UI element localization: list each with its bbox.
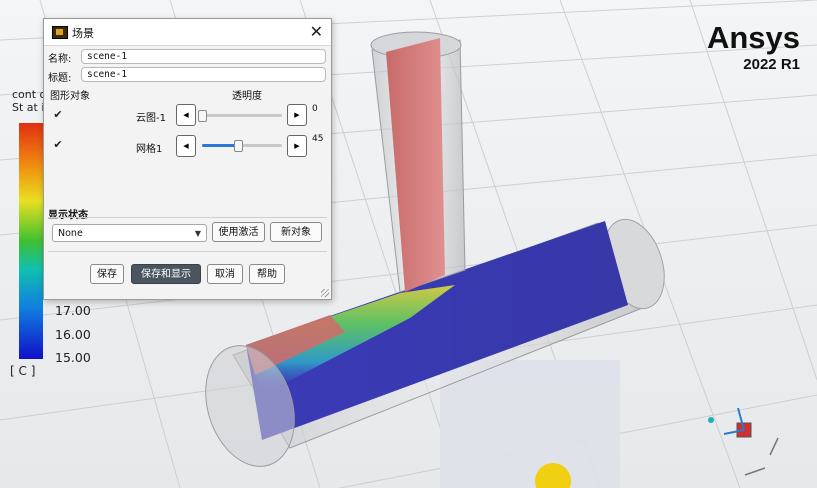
brand-version: 2022 R1: [743, 56, 800, 73]
help-button[interactable]: 帮助: [249, 264, 285, 284]
mesh-slider-thumb[interactable]: [234, 140, 243, 152]
dialog-titlebar[interactable]: 场景 ✕: [44, 19, 331, 46]
display-state-select[interactable]: None ▼: [52, 224, 207, 242]
title-field[interactable]: scene-1: [81, 67, 326, 82]
close-icon[interactable]: ✕: [310, 22, 323, 41]
contour-checkbox[interactable]: ✔: [52, 109, 64, 121]
name-label: 名称:: [48, 54, 72, 65]
graphics-objects-header: 图形对象: [50, 91, 90, 102]
legend-tick-15: 15.00: [55, 350, 91, 365]
display-state-value: None: [58, 228, 83, 239]
title-label: 标题:: [48, 73, 72, 84]
name-field[interactable]: scene-1: [81, 49, 326, 64]
divider: [48, 251, 327, 252]
contour-decrease-button[interactable]: ◀: [176, 104, 196, 126]
mesh-label: 网格1: [136, 144, 163, 155]
save-button[interactable]: 保存: [90, 264, 124, 284]
mesh-transparency-value: 45: [312, 134, 324, 144]
scene-dialog: 场景 ✕ 名称: scene-1 标题: scene-1 图形对象 透明度 ✔ …: [43, 18, 332, 300]
cancel-button[interactable]: 取消: [207, 264, 243, 284]
contour-increase-button[interactable]: ▶: [287, 104, 307, 126]
legend-unit: [ C ]: [10, 364, 36, 378]
brand-name: Ansys: [706, 20, 800, 55]
legend-tick-16: 16.00: [55, 327, 91, 342]
mesh-checkbox[interactable]: ✔: [52, 139, 64, 151]
ansys-logo: Ansys 2022 R1: [690, 20, 800, 74]
chevron-down-icon: ▼: [194, 229, 201, 238]
save-and-display-button[interactable]: 保存和显示: [131, 264, 201, 284]
display-state-header: 显示状态: [48, 210, 88, 221]
app-icon: [52, 26, 68, 39]
contour-transparency-value: 0: [312, 104, 318, 114]
transparency-header: 透明度: [232, 91, 262, 102]
contour-label: 云图-1: [136, 113, 166, 124]
mesh-increase-button[interactable]: ▶: [287, 135, 307, 157]
legend-color-bar: [19, 123, 43, 359]
mesh-decrease-button[interactable]: ◀: [176, 135, 196, 157]
resize-grip[interactable]: [321, 289, 329, 297]
dialog-title: 场景: [72, 27, 94, 40]
new-object-button[interactable]: 新对象: [270, 222, 322, 242]
divider: [48, 217, 327, 218]
use-active-button[interactable]: 使用激活: [212, 222, 265, 242]
legend-tick-17: 17.00: [55, 303, 91, 318]
contour-transparency-slider[interactable]: [198, 110, 282, 122]
mesh-transparency-slider[interactable]: [202, 140, 282, 152]
contour-slider-thumb[interactable]: [198, 110, 207, 122]
